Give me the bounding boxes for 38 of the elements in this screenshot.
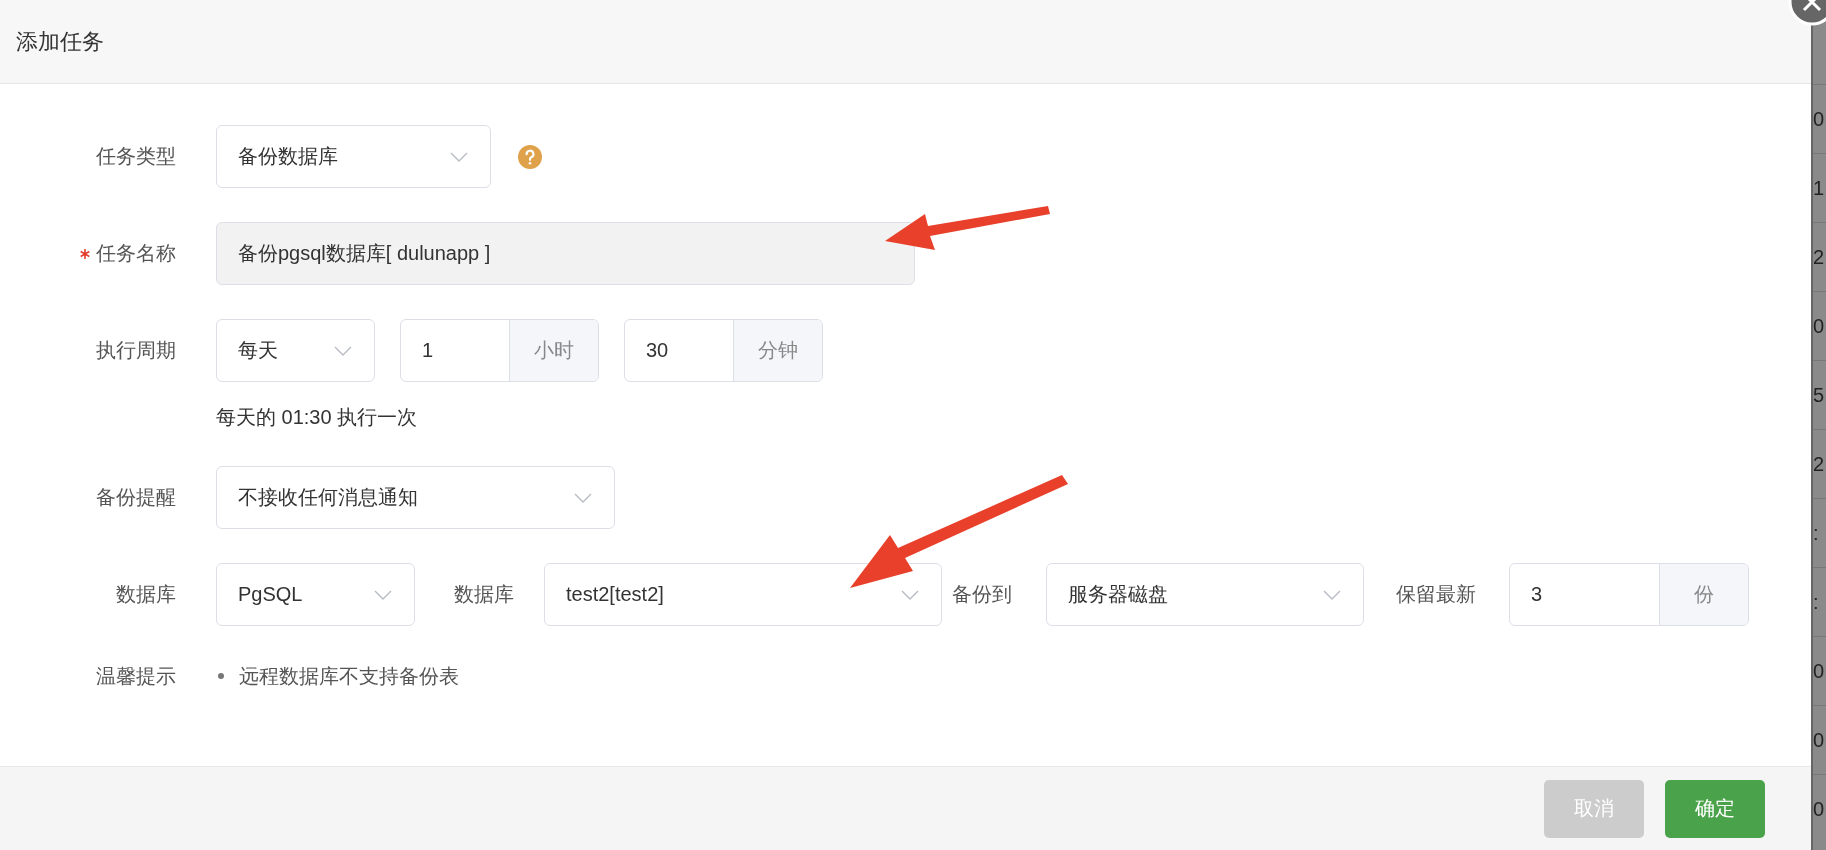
dialog-title: 添加任务 — [16, 27, 104, 56]
required-icon — [80, 248, 90, 259]
table-cell: : — [1813, 498, 1826, 567]
field-label: 数据库 — [454, 582, 514, 607]
help-icon — [518, 144, 542, 169]
select-field[interactable]: 每天 — [216, 319, 375, 382]
select-field[interactable]: 不接收任何消息通知 — [216, 466, 615, 529]
table-cell: 0 — [1813, 705, 1826, 774]
table-cell: 2 — [1813, 222, 1826, 291]
table-cell: 0 — [1813, 774, 1826, 843]
select-field[interactable]: test2[test2] — [544, 563, 942, 626]
select-field[interactable]: 服务器磁盘 — [1046, 563, 1364, 626]
chevron-down-icon — [901, 589, 919, 600]
table-cell: 5 — [1813, 360, 1826, 429]
field-label: 温馨提示 — [96, 663, 176, 689]
field-label: 任务类型 — [96, 144, 176, 169]
field-label: 数据库 — [116, 582, 176, 607]
chevron-down-icon — [334, 345, 352, 356]
field-label: 保留最新 — [1396, 582, 1476, 607]
schedule-summary: 每天的 01:30 执行一次 — [216, 405, 419, 430]
field-label: 任务名称 — [96, 241, 176, 266]
table-cell: : — [1813, 567, 1826, 636]
table-cell: 2 — [1813, 429, 1826, 498]
table-cell: 0 — [1813, 291, 1826, 360]
chevron-down-icon — [574, 492, 592, 503]
field-label: 备份提醒 — [96, 485, 176, 510]
chevron-down-icon — [1323, 589, 1341, 600]
table-cell: 0 — [1813, 84, 1826, 153]
table-cell: 1 — [1813, 153, 1826, 222]
tip-text: 远程数据库不支持备份表 — [239, 663, 459, 689]
select-field[interactable]: 备份数据库 — [216, 125, 491, 188]
field-label: 备份到 — [952, 582, 1012, 607]
chevron-down-icon — [450, 151, 468, 162]
select-field[interactable]: PgSQL — [216, 563, 415, 626]
field-label: 执行周期 — [96, 338, 176, 363]
table-cell: 0 — [1813, 636, 1826, 705]
chevron-down-icon — [374, 589, 392, 600]
bullet-icon — [218, 673, 224, 679]
